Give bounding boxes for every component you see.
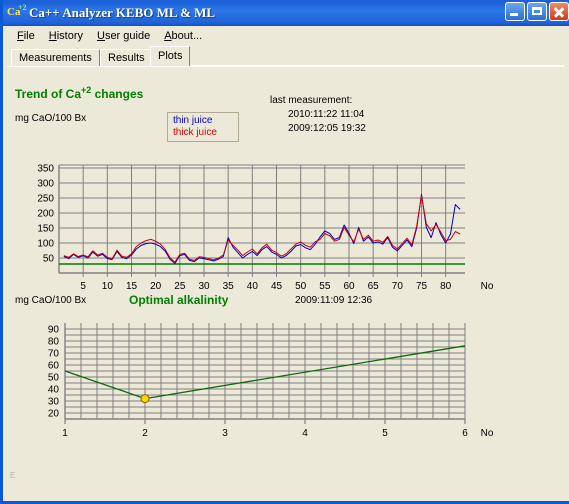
chart1-y-tick-label: 350 xyxy=(37,164,54,175)
chart1-svg: 501001502002503003505 10 15 20 25 30 35 40 45 50 5… xyxy=(37,164,494,293)
chart2-x-tick-labels: 1 2 3 4 5 6 xyxy=(62,419,468,439)
chart2-x-tick-label: 6 xyxy=(462,428,468,439)
menu-bar: File History User guide About... xyxy=(6,26,569,45)
window-frame: Ca +2 Ca++ Analyzer KEBO ML & ML File Hi… xyxy=(0,0,569,504)
chart1-y-tick-label: 300 xyxy=(37,179,54,190)
chart2-y-unit-label: mg CaO/100 Bx xyxy=(15,295,87,306)
chart1-x-tick-label: 20 xyxy=(150,281,162,292)
tab-strip: Measurements Results Plots xyxy=(11,46,564,66)
chart2-y-tick-label: 60 xyxy=(48,361,60,372)
chart2-y-tick-label: 30 xyxy=(48,397,60,408)
plots-panel: Trend of Ca+2 changes mg CaO/100 Bx thin… xyxy=(7,66,565,500)
chart2-optimum-marker[interactable] xyxy=(140,394,150,404)
legend-item-thin-juice: thin juice xyxy=(173,115,213,126)
maximize-button[interactable] xyxy=(527,2,547,21)
calcium-ion-icon: Ca +2 xyxy=(7,3,27,22)
chart1-x-axis-name: No xyxy=(481,281,494,292)
chart1-y-tick-label: 250 xyxy=(37,194,54,205)
chart1-last-measurement-date2: 2009:12:05 19:32 xyxy=(288,123,366,134)
tab-plots[interactable]: Plots xyxy=(150,46,191,66)
chart2-y-tick-label: 20 xyxy=(48,409,60,420)
chart2-y-tick-label: 80 xyxy=(48,337,60,348)
chart2-y-tick-label: 50 xyxy=(48,373,60,384)
app-icon-charge-text: +2 xyxy=(18,3,27,12)
chart2-x-tick-label: 3 xyxy=(222,428,228,439)
window-title: Ca++ Analyzer KEBO ML & ML xyxy=(29,5,216,20)
chart2-y-tick-label: 40 xyxy=(48,385,60,396)
chart2-svg: 20304050607080901 2 3 4 5 6 No xyxy=(48,323,494,439)
tab-results-label: Results xyxy=(108,52,145,64)
menu-item-about[interactable]: About... xyxy=(158,28,210,44)
chart1-x-tick-label: 35 xyxy=(223,281,235,292)
chart1-y-tick-label: 50 xyxy=(43,254,55,265)
chart1-y-tick-label: 200 xyxy=(37,209,54,220)
chart1-x-tick-label: 55 xyxy=(319,281,331,292)
chart1-x-tick-label: 40 xyxy=(247,281,259,292)
legend-item-thick-juice: thick juice xyxy=(173,127,217,138)
chart1-x-tick-label: 10 xyxy=(102,281,114,292)
tab-results[interactable]: Results xyxy=(100,49,153,66)
chart2-y-tick-label: 90 xyxy=(48,325,60,336)
chart1-x-tick-label: 80 xyxy=(440,281,452,292)
chart2-y-tick-label: 70 xyxy=(48,349,60,360)
chart1-x-tick-label: 75 xyxy=(416,281,428,292)
chart2-x-tick-label: 1 xyxy=(62,428,68,439)
chart1-y-tick-labels: 50 100 150 200 250 300 350 xyxy=(37,164,54,265)
tab-measurements[interactable]: Measurements xyxy=(11,49,100,66)
chart2-x-axis-name: No xyxy=(481,428,494,439)
chart1-title-suffix: changes xyxy=(91,87,144,101)
chart1-title-prefix: Trend of Ca xyxy=(15,87,82,101)
chart1-y-tick-label: 150 xyxy=(37,224,54,235)
chart1-last-measurement-date1: 2010:11:22 11:04 xyxy=(288,109,365,120)
chart1-x-tick-label: 15 xyxy=(126,281,138,292)
chart1-x-tick-label: 65 xyxy=(368,281,380,292)
chart1-x-tick-labels: 5 10 15 20 25 30 35 40 45 50 55 60 65 70 75 80 xyxy=(80,273,452,292)
chart1-y-unit-label: mg CaO/100 Bx xyxy=(15,113,87,124)
chart1-plot-background xyxy=(59,165,465,273)
chart1-legend: thin juice thick juice xyxy=(167,112,239,142)
application-window: Ca +2 Ca++ Analyzer KEBO ML & ML File Hi… xyxy=(0,0,569,504)
chart1-x-tick-label: 5 xyxy=(80,281,86,292)
close-button[interactable] xyxy=(549,2,569,21)
chart2-x-tick-label: 5 xyxy=(382,428,388,439)
chart1-y-tick-label: 100 xyxy=(37,239,54,250)
tab-measurements-label: Measurements xyxy=(19,52,92,64)
client-area: File History User guide About... Measure… xyxy=(6,26,569,501)
chart2-y-tick-labels: 2030405060708090 xyxy=(48,325,60,420)
corner-mark: E xyxy=(10,471,16,480)
menu-item-history[interactable]: History xyxy=(43,28,91,44)
chart1-x-tick-label: 60 xyxy=(343,281,355,292)
chart2-plot-container: 20 30 40 50 60 70 80 90 1 2 3 4 5 6 No xyxy=(7,315,565,455)
chart1-x-tick-label: 25 xyxy=(174,281,186,292)
minimize-button[interactable] xyxy=(505,2,525,21)
chart2-x-tick-label: 4 xyxy=(302,428,308,439)
chart1-title-superscript: +2 xyxy=(81,85,92,95)
chart1-x-tick-label: 70 xyxy=(392,281,404,292)
tab-plots-label: Plots xyxy=(158,50,183,62)
chart2-x-tick-label: 2 xyxy=(142,428,148,439)
chart1-plot-container: 50 100 150 200 250 300 350 5 10 15 20 25 30 35 40 45 50 5… xyxy=(7,155,565,305)
caption-buttons xyxy=(505,2,569,21)
chart1-x-tick-label: 45 xyxy=(271,281,283,292)
chart1-title: Trend of Ca+2 changes xyxy=(15,85,143,101)
chart1-x-tick-label: 30 xyxy=(198,281,210,292)
chart2-timestamp: 2009:11:09 12:36 xyxy=(295,295,373,306)
chart1-last-measurement-label: last measurement: xyxy=(270,95,353,106)
menu-item-user-guide[interactable]: User guide xyxy=(91,28,158,44)
chart1-x-tick-label: 50 xyxy=(295,281,307,292)
chart2-title: Optimal alkalinity xyxy=(129,293,229,307)
title-bar[interactable]: Ca +2 Ca++ Analyzer KEBO ML & ML xyxy=(3,0,569,26)
menu-item-file[interactable]: File xyxy=(11,28,43,44)
